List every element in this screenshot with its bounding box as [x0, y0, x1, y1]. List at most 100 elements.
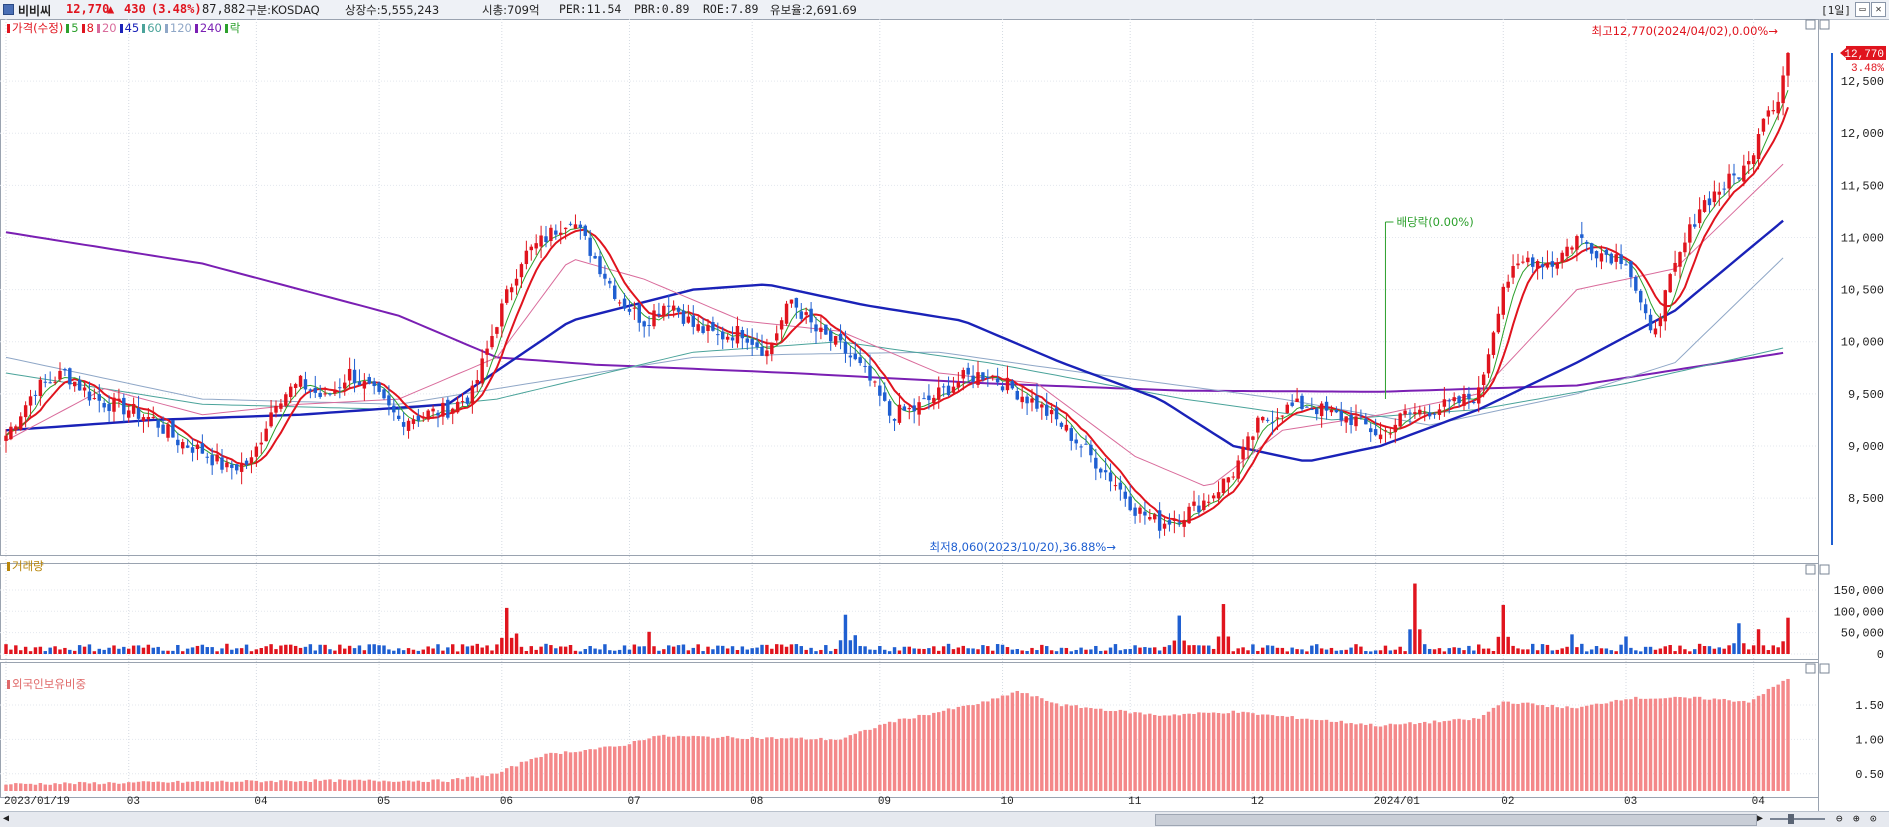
candle-body [1693, 224, 1697, 227]
foreign-ownership-bar [441, 781, 445, 791]
foreign-ownership-bar [1413, 724, 1417, 791]
candle-body [883, 392, 887, 401]
volume-bar [195, 645, 200, 654]
candle-body [961, 370, 965, 379]
volume-bar [1040, 644, 1044, 654]
volume-bar [225, 643, 229, 654]
candle-body [33, 394, 38, 396]
foreign-ownership-bar [82, 782, 87, 791]
foreign-ownership-bar [1177, 715, 1181, 791]
foreign-ownership-bar [775, 738, 779, 791]
volume-bar [632, 644, 637, 654]
foreign-ownership-bar [1265, 714, 1270, 791]
volume-bar [1634, 650, 1638, 654]
candle-body [1010, 381, 1015, 389]
candle-body [603, 273, 607, 279]
candle-body [274, 405, 278, 413]
foreign-ownership-bar [1005, 695, 1010, 791]
volume-bar [1786, 617, 1790, 654]
candle-body [1531, 257, 1535, 267]
foreign-ownership-bar [829, 739, 833, 791]
foreign-ownership-bar [995, 698, 1000, 791]
foreign-ownership-bar [986, 701, 990, 791]
candle-body [848, 355, 853, 358]
volume-bar [416, 650, 421, 654]
candle-body [1535, 261, 1540, 269]
foreign-ownership-bar [833, 739, 838, 791]
volume-bar [1295, 649, 1299, 654]
foreign-ownership-bar [14, 783, 18, 791]
candle-body [451, 408, 455, 414]
candle-body [544, 236, 548, 242]
foreign-ownership-bar [1035, 696, 1039, 791]
volume-bar [1015, 649, 1019, 654]
foreign-ownership-bar [1751, 699, 1756, 791]
candle-body [421, 416, 425, 419]
volume-bar [254, 649, 259, 654]
period-selector[interactable]: [1일] [1821, 2, 1851, 18]
candle-body [1148, 517, 1152, 520]
candle-body [1481, 374, 1486, 386]
candle-body [495, 327, 499, 334]
volume-bar [421, 649, 425, 654]
legend-marker [119, 24, 123, 33]
candle-body [814, 324, 818, 332]
foreign-ownership-bar [1246, 712, 1250, 791]
volume-bar [1285, 651, 1289, 654]
volume-bar [608, 650, 612, 654]
scroll-bar[interactable]: ◀ ▶ ⊖ ⊕ ⊙ [0, 811, 1889, 827]
maximize-button[interactable]: ▭ [1855, 2, 1870, 17]
foreign-ownership-bar [1369, 723, 1373, 791]
candle-body [1545, 262, 1550, 268]
scroll-right-icon[interactable]: ▶ [1757, 813, 1763, 824]
foreign-ownership-bar [1049, 702, 1054, 791]
candle-body [1648, 314, 1653, 331]
legend-label: 외국인보유비중 [12, 677, 87, 691]
volume-bar [1128, 648, 1132, 654]
candle-body [244, 460, 249, 465]
foreign-ownership-bar [1182, 713, 1186, 791]
foreign-ownership-bar [156, 781, 160, 791]
foreign-ownership-bar [519, 761, 524, 791]
candle-body [1565, 246, 1569, 257]
candle-body [1506, 281, 1510, 288]
foreign-ownership-bar [58, 784, 62, 791]
volume-bar [1246, 650, 1250, 654]
foreign-ownership-bar [632, 741, 637, 791]
candle-body [1256, 417, 1260, 433]
foreign-ownership-bar [1639, 698, 1643, 791]
volume-bar [829, 651, 833, 654]
foreign-ownership-bar [313, 779, 317, 791]
foreign-ownership-bar [97, 784, 101, 791]
zoom-out-icon[interactable]: ⊖ [1836, 812, 1843, 825]
close-button[interactable]: ✕ [1871, 2, 1886, 17]
scroll-thumb[interactable] [1155, 814, 1757, 826]
zoom-in-icon[interactable]: ⊕ [1853, 812, 1860, 825]
candle-body [1511, 266, 1515, 278]
zoom-reset-icon[interactable]: ⊙ [1870, 812, 1877, 825]
scroll-left-icon[interactable]: ◀ [3, 813, 9, 824]
zoom-slider-thumb[interactable] [1788, 814, 1794, 824]
candle-body [1786, 52, 1790, 76]
volume-bar [102, 649, 106, 654]
x-tick-label: 07 [627, 796, 640, 808]
volume-bar [1094, 645, 1098, 654]
foreign-ownership-bar [117, 783, 121, 791]
candle-body [1133, 507, 1137, 516]
stock-chart[interactable]: 2023/01/19 03 04 05 06 07 08 09 10 11 12 2024/01 02 0… [0, 19, 1889, 811]
candle-body [1732, 173, 1736, 176]
volume-bar [289, 644, 293, 654]
volume-bar [1727, 645, 1731, 654]
candle-body [4, 435, 8, 441]
zoom-slider[interactable] [1770, 818, 1825, 820]
candle-body [578, 224, 583, 228]
foreign-ownership-bar [568, 752, 573, 791]
candle-body [1285, 404, 1289, 413]
volume-bar [1413, 583, 1417, 654]
candle-body [1383, 430, 1388, 432]
price-legend: 가격(수정) 5 8 20 45 60 120 240 락 [4, 20, 240, 36]
volume-bar [1084, 649, 1088, 654]
legend-label: 60 [147, 21, 162, 35]
candle-body [97, 394, 101, 401]
foreign-ownership-bar [1467, 720, 1471, 791]
